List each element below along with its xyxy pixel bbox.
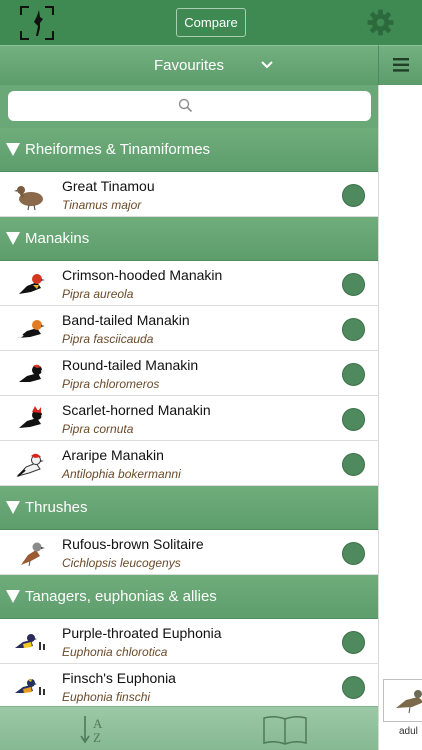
bird-silhouette-logo-icon[interactable] xyxy=(20,6,54,40)
common-name: Round-tailed Manakin xyxy=(62,357,199,373)
solitaire-icon xyxy=(21,542,45,567)
search-icon xyxy=(178,98,193,113)
latin-name: Pipra cornuta xyxy=(62,422,134,436)
species-list[interactable]: Rheiformes & Tinamiformes Great Tinamou … xyxy=(0,128,378,706)
manakin-icon xyxy=(19,364,45,382)
search-bar xyxy=(0,85,378,128)
list-item[interactable]: Rufous-brown Solitaire Cichlopsis leucog… xyxy=(0,530,378,575)
section-title: Manakins xyxy=(25,230,90,247)
tinamou-icon xyxy=(14,186,43,211)
triangle-down-icon xyxy=(6,143,20,156)
book-icon[interactable] xyxy=(262,715,308,745)
common-name: Purple-throated Euphonia xyxy=(62,625,222,641)
common-name: Crimson-hooded Manakin xyxy=(62,267,223,283)
chevron-down-icon[interactable] xyxy=(261,60,273,70)
status-dot[interactable] xyxy=(342,408,365,431)
status-dot[interactable] xyxy=(342,363,365,386)
common-name: Scarlet-horned Manakin xyxy=(62,402,211,418)
triangle-down-icon xyxy=(6,590,20,603)
section-header[interactable]: Tanagers, euphonias & allies xyxy=(0,575,378,619)
section-title: Rheiformes & Tinamiformes xyxy=(25,141,211,158)
latin-name: Cichlopsis leucogenys xyxy=(62,556,181,570)
common-name: Araripe Manakin xyxy=(62,447,164,463)
status-dot[interactable] xyxy=(342,453,365,476)
manakin-icon xyxy=(19,274,45,294)
latin-name: Antilophia bokermanni xyxy=(62,467,181,481)
status-dot[interactable] xyxy=(342,318,365,341)
detail-pane xyxy=(378,85,422,750)
list-item[interactable]: Scarlet-horned Manakin Pipra cornuta xyxy=(0,396,378,441)
euphonia-icon xyxy=(15,634,45,650)
manakin-icon xyxy=(19,406,45,428)
list-selector-title[interactable]: Favourites xyxy=(0,57,378,74)
list-item[interactable]: Araripe Manakin Antilophia bokermanni xyxy=(0,441,378,486)
gear-icon[interactable] xyxy=(367,9,394,36)
triangle-down-icon xyxy=(6,232,20,245)
common-name: Band-tailed Manakin xyxy=(62,312,190,328)
status-dot[interactable] xyxy=(342,676,365,699)
status-dot[interactable] xyxy=(342,542,365,565)
menu-button[interactable] xyxy=(378,45,422,85)
list-item[interactable]: Purple-throated Euphonia Euphonia chloro… xyxy=(0,619,378,664)
status-dot[interactable] xyxy=(342,184,365,207)
manakin-icon xyxy=(16,453,44,477)
top-bar: Compare xyxy=(0,0,422,45)
triangle-down-icon xyxy=(6,501,20,514)
section-header[interactable]: Rheiformes & Tinamiformes xyxy=(0,128,378,172)
sort-letter-a: AZ xyxy=(93,716,103,745)
common-name: Great Tinamou xyxy=(62,178,155,194)
latin-name: Pipra aureola xyxy=(62,287,134,301)
latin-name: Euphonia finschi xyxy=(62,690,151,704)
latin-name: Tinamus major xyxy=(62,198,142,212)
section-title: Thrushes xyxy=(25,499,88,516)
list-item[interactable]: Band-tailed Manakin Pipra fasciicauda xyxy=(0,306,378,351)
latin-name: Euphonia chlorotica xyxy=(62,645,168,659)
list-item[interactable]: Finsch's Euphonia Euphonia finschi xyxy=(0,664,378,706)
compare-button[interactable]: Compare xyxy=(176,8,246,37)
section-title: Tanagers, euphonias & allies xyxy=(25,588,217,605)
thumbnail-label: adul xyxy=(399,726,418,737)
manakin-icon xyxy=(18,320,45,339)
hamburger-menu-icon[interactable] xyxy=(393,58,409,72)
common-name: Rufous-brown Solitaire xyxy=(62,536,204,552)
status-dot[interactable] xyxy=(342,273,365,296)
bottom-toolbar: AZ xyxy=(0,706,378,750)
list-item[interactable]: Great Tinamou Tinamus major xyxy=(0,172,378,217)
list-item[interactable]: Crimson-hooded Manakin Pipra aureola xyxy=(0,261,378,306)
latin-name: Pipra chloromeros xyxy=(62,377,160,391)
status-dot[interactable] xyxy=(342,631,365,654)
sort-az-icon[interactable]: AZ xyxy=(80,714,108,746)
solitaire-image-icon xyxy=(396,690,422,714)
section-header[interactable]: Manakins xyxy=(0,217,378,261)
latin-name: Pipra fasciicauda xyxy=(62,332,154,346)
section-header[interactable]: Thrushes xyxy=(0,486,378,530)
list-selector-bar[interactable]: Favourites xyxy=(0,45,378,85)
euphonia-icon xyxy=(15,679,45,695)
list-item[interactable]: Round-tailed Manakin Pipra chloromeros xyxy=(0,351,378,396)
common-name: Finsch's Euphonia xyxy=(62,670,176,686)
bird-thumbnail[interactable] xyxy=(383,679,422,722)
